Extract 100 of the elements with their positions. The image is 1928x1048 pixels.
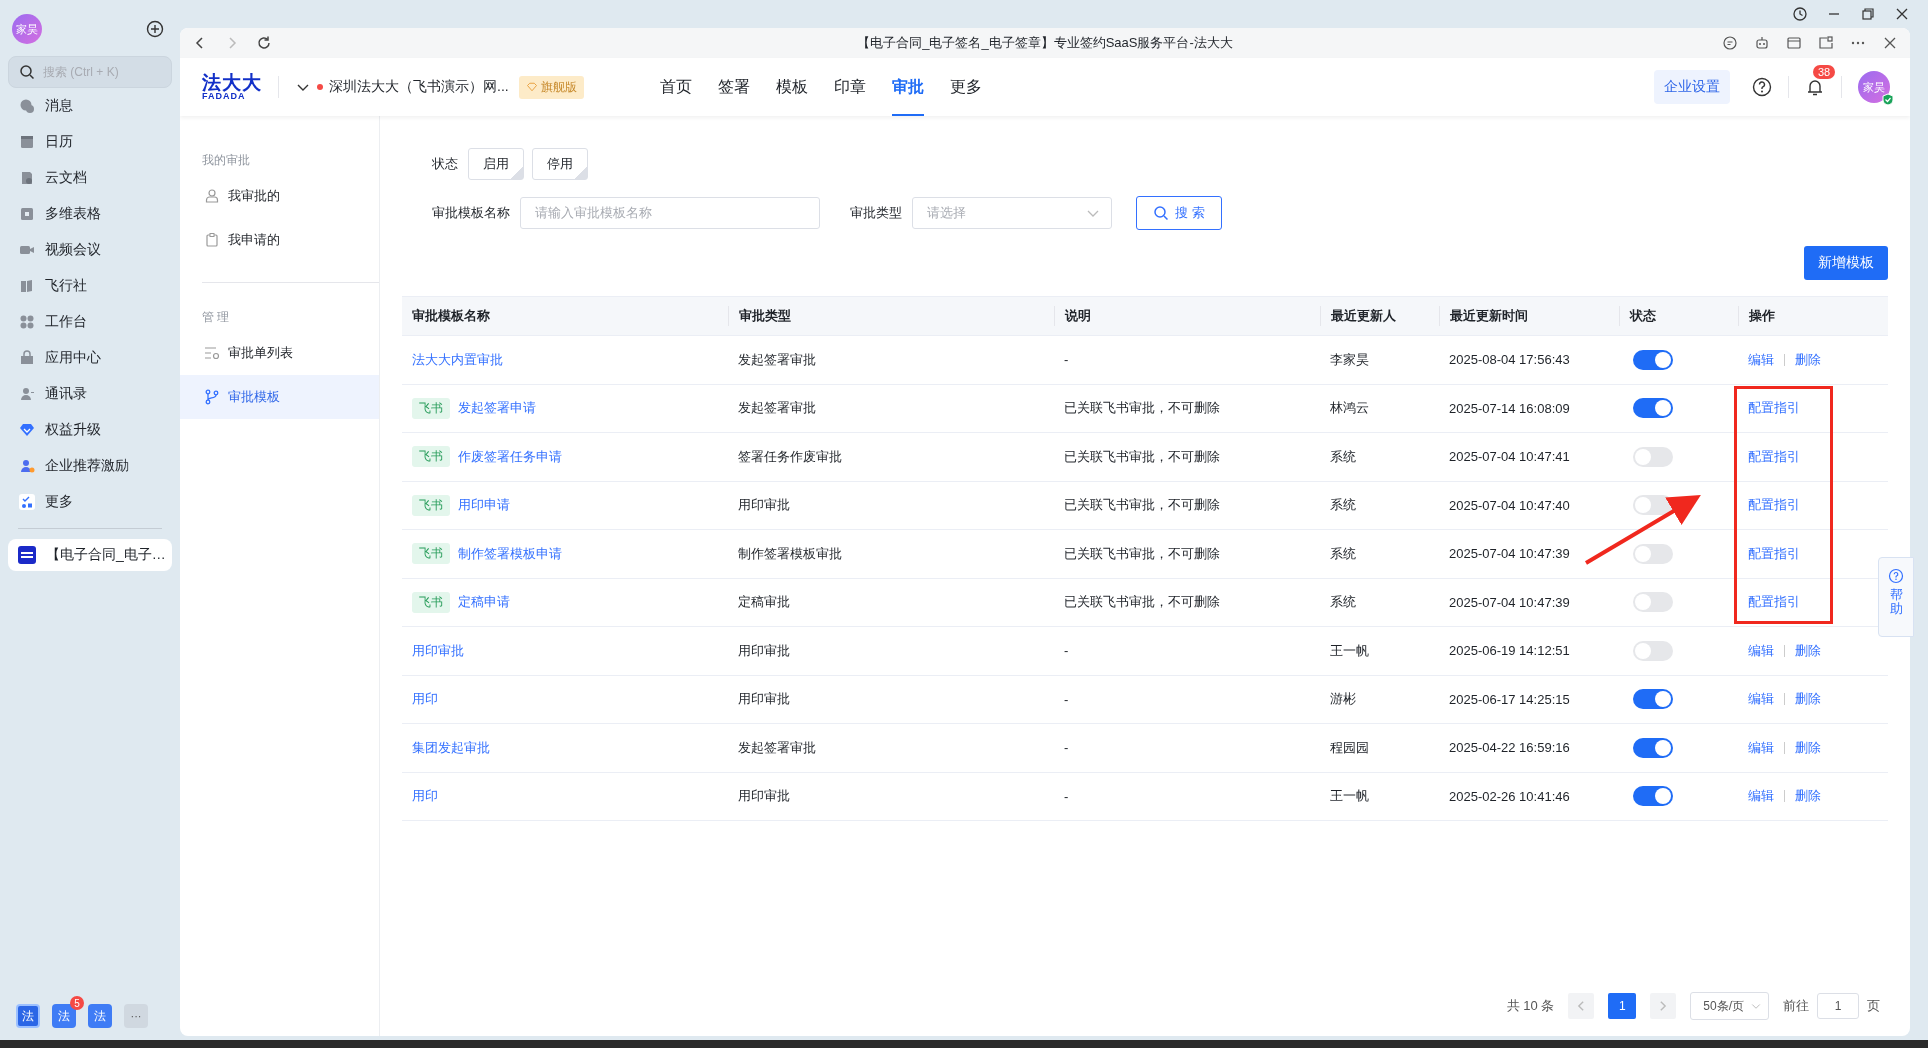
type-select-field[interactable]: 请选择: [912, 197, 1112, 229]
dock-app-icon[interactable]: 法: [16, 1004, 40, 1028]
template-link[interactable]: 作废签署任务申请: [458, 447, 562, 466]
sidebar-item[interactable]: 日历: [8, 124, 172, 160]
action-link[interactable]: 配置指引: [1748, 399, 1800, 418]
table-cell: 系统: [1330, 544, 1356, 563]
column-header: 审批类型: [728, 306, 1054, 326]
restore-icon[interactable]: [1860, 6, 1876, 22]
name-input-field[interactable]: 请输入审批模板名称: [520, 197, 820, 229]
help-tab[interactable]: 帮助: [1878, 557, 1914, 637]
table-cell: 发起签署审批: [738, 350, 816, 369]
settings-button[interactable]: 企业设置: [1654, 70, 1730, 104]
company-switcher[interactable]: 深圳法大大（飞书演示）网...: [295, 78, 509, 96]
open-app-tab[interactable]: 【电子合同_电子…: [8, 539, 172, 571]
search-button[interactable]: 搜 索: [1136, 196, 1222, 230]
window-icon[interactable]: [1786, 35, 1802, 51]
table-cell: 发起签署审批: [738, 738, 816, 757]
page-input-field[interactable]: 1: [1817, 993, 1859, 1019]
sidebar-item[interactable]: 工作台: [8, 304, 172, 340]
template-link[interactable]: 用印: [412, 787, 438, 806]
reload-icon[interactable]: [256, 35, 272, 51]
action-link[interactable]: 删除: [1795, 350, 1821, 369]
history-icon[interactable]: [1792, 6, 1808, 22]
nav-tab[interactable]: 印章: [833, 58, 866, 116]
template-link[interactable]: 制作签署模板申请: [458, 544, 562, 563]
action-link[interactable]: 编辑: [1748, 350, 1774, 369]
dock-app-icon[interactable]: 法: [88, 1004, 112, 1028]
action-link[interactable]: 编辑: [1748, 787, 1774, 806]
toggle-switch[interactable]: [1633, 786, 1673, 807]
source-tag: 飞书: [412, 543, 450, 565]
template-link[interactable]: 集团发起审批: [412, 738, 490, 757]
toggle-switch[interactable]: [1633, 592, 1673, 613]
action-link[interactable]: 配置指引: [1748, 544, 1800, 563]
action-link[interactable]: 编辑: [1748, 641, 1774, 660]
toggle-switch[interactable]: [1633, 446, 1673, 467]
sidebar-item[interactable]: 企业推荐激励: [8, 448, 172, 484]
sidebar-item[interactable]: 飞行社: [8, 268, 172, 304]
action-link[interactable]: 编辑: [1748, 738, 1774, 757]
status-option-button[interactable]: 启用: [468, 148, 524, 180]
popout-icon[interactable]: [1818, 35, 1834, 51]
toggle-switch[interactable]: [1633, 349, 1673, 370]
toggle-switch[interactable]: [1633, 543, 1673, 564]
user-avatar[interactable]: 家昊: [1858, 71, 1890, 103]
help-icon[interactable]: [1752, 77, 1772, 97]
sidebar-item[interactable]: 权益升级: [8, 412, 172, 448]
toggle-switch[interactable]: [1633, 398, 1673, 419]
close-icon[interactable]: [1882, 35, 1898, 51]
sidebar-item[interactable]: 应用中心: [8, 340, 172, 376]
template-link[interactable]: 用印: [412, 690, 438, 709]
user-avatar[interactable]: 家昊: [12, 14, 42, 44]
menu-item[interactable]: 审批模板: [180, 375, 379, 419]
action-link[interactable]: 配置指引: [1748, 447, 1800, 466]
contact-icon: [19, 386, 35, 402]
table-cell: 已关联飞书审批，不可删除: [1064, 496, 1220, 515]
table-cell: 2025-07-14 16:08:09: [1449, 400, 1570, 416]
sidebar-item[interactable]: 更多: [8, 484, 172, 520]
menu-item[interactable]: 我申请的: [180, 218, 379, 262]
action-link[interactable]: 编辑: [1748, 690, 1774, 709]
close-icon[interactable]: [1894, 6, 1910, 22]
action-link[interactable]: 配置指引: [1748, 496, 1800, 515]
action-link[interactable]: 删除: [1795, 690, 1821, 709]
sidebar-item[interactable]: 视频会议: [8, 232, 172, 268]
nav-tab[interactable]: 审批: [891, 58, 924, 116]
robot-icon[interactable]: [1754, 35, 1770, 51]
sidebar-item[interactable]: 通讯录: [8, 376, 172, 412]
sidebar-item[interactable]: 云文档: [8, 160, 172, 196]
action-link[interactable]: 删除: [1795, 738, 1821, 757]
toggle-switch[interactable]: [1633, 640, 1673, 661]
menu-item[interactable]: 审批单列表: [180, 331, 379, 375]
toggle-switch[interactable]: [1633, 495, 1673, 516]
template-link[interactable]: 定稿申请: [458, 593, 510, 612]
page-size-select[interactable]: 50条/页: [1690, 992, 1769, 1020]
brand-logo[interactable]: 法大大 FADADA: [202, 73, 262, 101]
table-cell: 2025-06-19 14:12:51: [1449, 643, 1570, 659]
nav-tab[interactable]: 更多: [949, 58, 982, 116]
total-count: 共 10 条: [1506, 997, 1555, 1015]
bell-icon[interactable]: [1805, 77, 1825, 97]
toggle-switch[interactable]: [1633, 737, 1673, 758]
page-button[interactable]: 1: [1608, 993, 1637, 1019]
sidebar-item[interactable]: 消息: [8, 88, 172, 124]
sidebar-item[interactable]: 多维表格: [8, 196, 172, 232]
nav-tab[interactable]: 签署: [717, 58, 750, 116]
document-icon: [19, 170, 35, 186]
action-link[interactable]: 删除: [1795, 641, 1821, 660]
comment-icon[interactable]: [1722, 35, 1738, 51]
menu-item[interactable]: 我审批的: [180, 174, 379, 218]
nav-tab[interactable]: 模板: [775, 58, 808, 116]
toggle-switch[interactable]: [1633, 689, 1673, 710]
template-link[interactable]: 发起签署申请: [458, 399, 536, 418]
template-link[interactable]: 用印申请: [458, 496, 510, 515]
template-link[interactable]: 用印审批: [412, 641, 464, 660]
dock-app-icon[interactable]: ···: [124, 1004, 148, 1028]
dock-app-icon[interactable]: 法: [52, 1004, 76, 1028]
nav-tab[interactable]: 首页: [659, 58, 692, 116]
action-link[interactable]: 配置指引: [1748, 593, 1800, 612]
action-link[interactable]: 删除: [1795, 787, 1821, 806]
add-icon[interactable]: [146, 20, 164, 38]
template-link[interactable]: 法大大内置审批: [412, 350, 503, 369]
status-option-button[interactable]: 停用: [532, 148, 588, 180]
add-template-button[interactable]: 新增模板: [1804, 246, 1888, 280]
